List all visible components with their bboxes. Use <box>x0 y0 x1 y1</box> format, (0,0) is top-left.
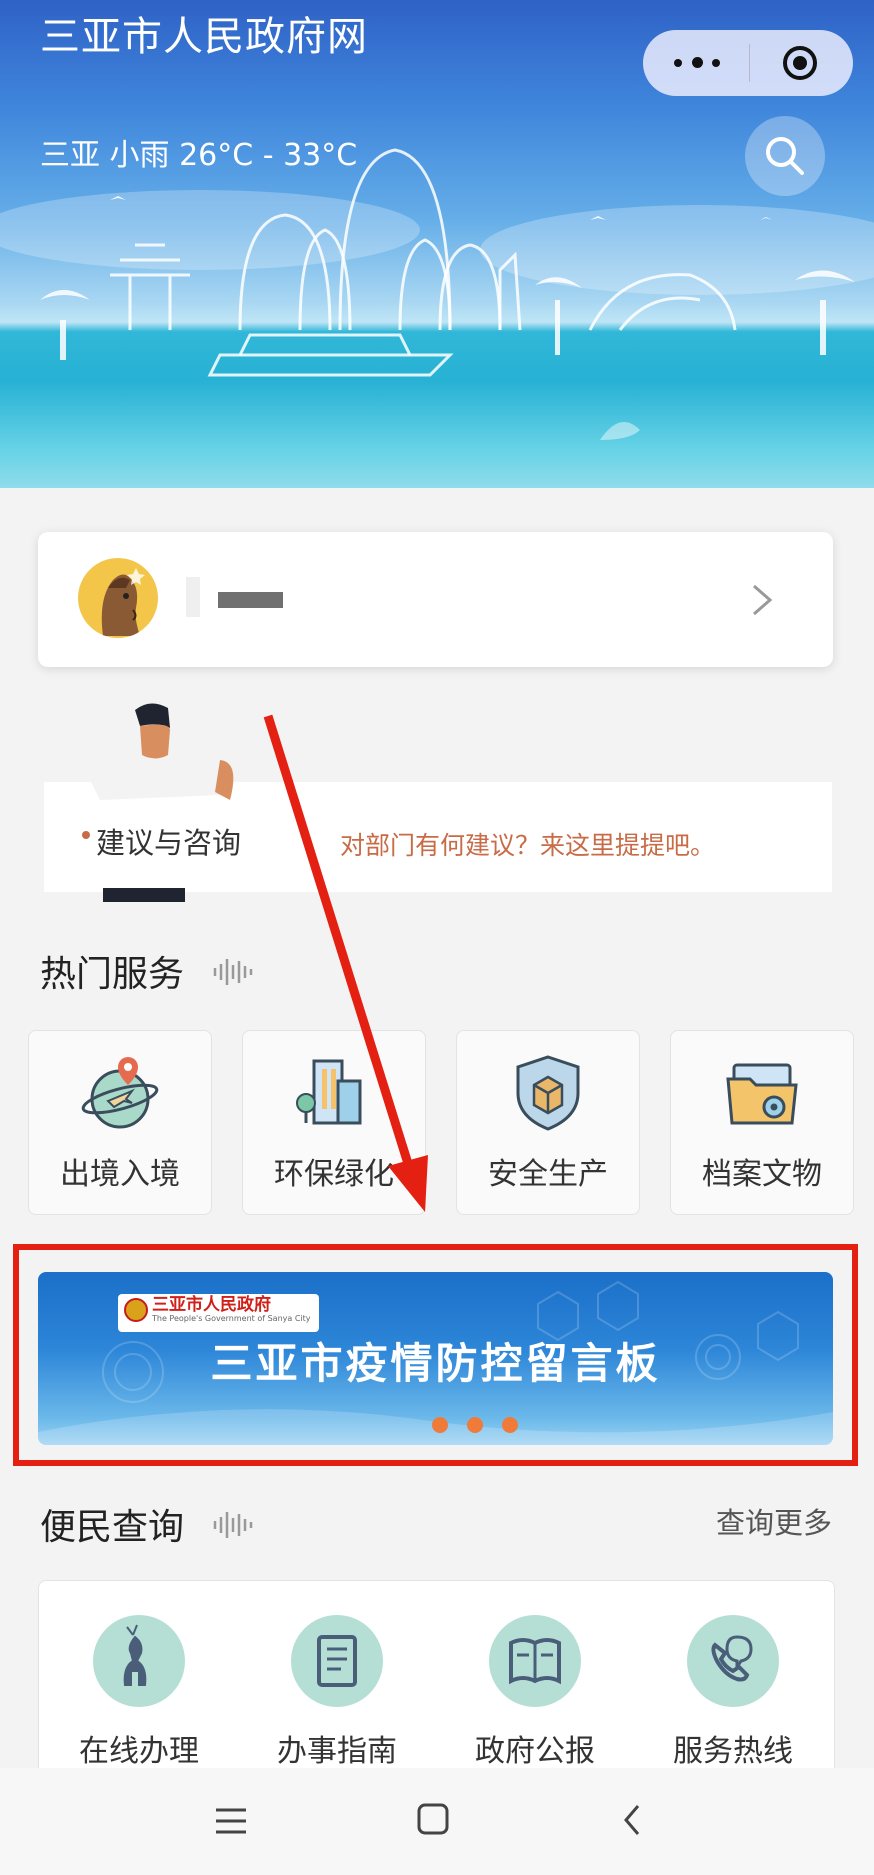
avatar <box>78 558 158 638</box>
person-illustration <box>82 703 234 902</box>
home-square-icon[interactable] <box>417 1803 449 1835</box>
header-banner: 三亚市人民政府网 三亚 小雨 26°C - 33°C <box>0 0 874 488</box>
service-label: 安全生产 <box>488 1157 608 1192</box>
query-label: 服务热线 <box>673 1734 793 1769</box>
buildings-tree-icon <box>296 1059 362 1125</box>
globe-plane-icon <box>81 1057 159 1129</box>
query-label: 政府公报 <box>475 1734 595 1769</box>
more-dots-icon[interactable] <box>672 44 722 82</box>
search-button[interactable] <box>745 116 825 196</box>
service-safety[interactable]: 安全生产 <box>456 1030 640 1215</box>
sound-wave-icon <box>213 959 253 985</box>
sound-wave-icon <box>213 1512 253 1538</box>
capsule-divider <box>749 44 750 82</box>
search-icon <box>766 137 804 175</box>
service-archives[interactable]: 档案文物 <box>670 1030 854 1215</box>
system-navigation-bar <box>0 1768 874 1875</box>
shield-box-icon <box>516 1055 580 1131</box>
service-label: 环保绿化 <box>274 1157 394 1192</box>
service-label: 出境入境 <box>60 1157 180 1192</box>
consult-title: 建议与咨询 <box>96 826 242 860</box>
weather-info: 三亚 小雨 26°C - 33°C <box>40 138 358 173</box>
service-environment[interactable]: 环保绿化 <box>242 1030 426 1215</box>
query-more-link[interactable]: 查询更多 <box>716 1500 832 1542</box>
chevron-right-icon <box>753 584 773 616</box>
service-exit-entry[interactable]: 出境入境 <box>28 1030 212 1215</box>
folder-gear-icon <box>726 1063 798 1125</box>
highlight-frame <box>13 1244 858 1466</box>
back-chevron-icon[interactable] <box>620 1802 644 1838</box>
menu-icon[interactable] <box>214 1806 248 1836</box>
query-label: 在线办理 <box>79 1734 199 1769</box>
hot-services-title: 热门服务 <box>40 954 185 995</box>
consult-subtitle: 对部门有何建议？来这里提提吧。 <box>340 831 716 860</box>
phone-chat-icon <box>687 1615 779 1707</box>
convenience-query-title: 便民查询 <box>40 1507 185 1548</box>
username-redacted <box>218 592 283 608</box>
service-label: 档案文物 <box>702 1157 822 1192</box>
username-mask-left <box>186 577 200 617</box>
deer-icon <box>93 1615 185 1707</box>
user-profile-card[interactable] <box>38 532 833 667</box>
notebook-icon <box>291 1615 383 1707</box>
query-label: 办事指南 <box>277 1734 397 1769</box>
target-close-icon[interactable] <box>782 45 818 81</box>
newspaper-icon <box>489 1615 581 1707</box>
app-title: 三亚市人民政府网 <box>40 14 368 60</box>
